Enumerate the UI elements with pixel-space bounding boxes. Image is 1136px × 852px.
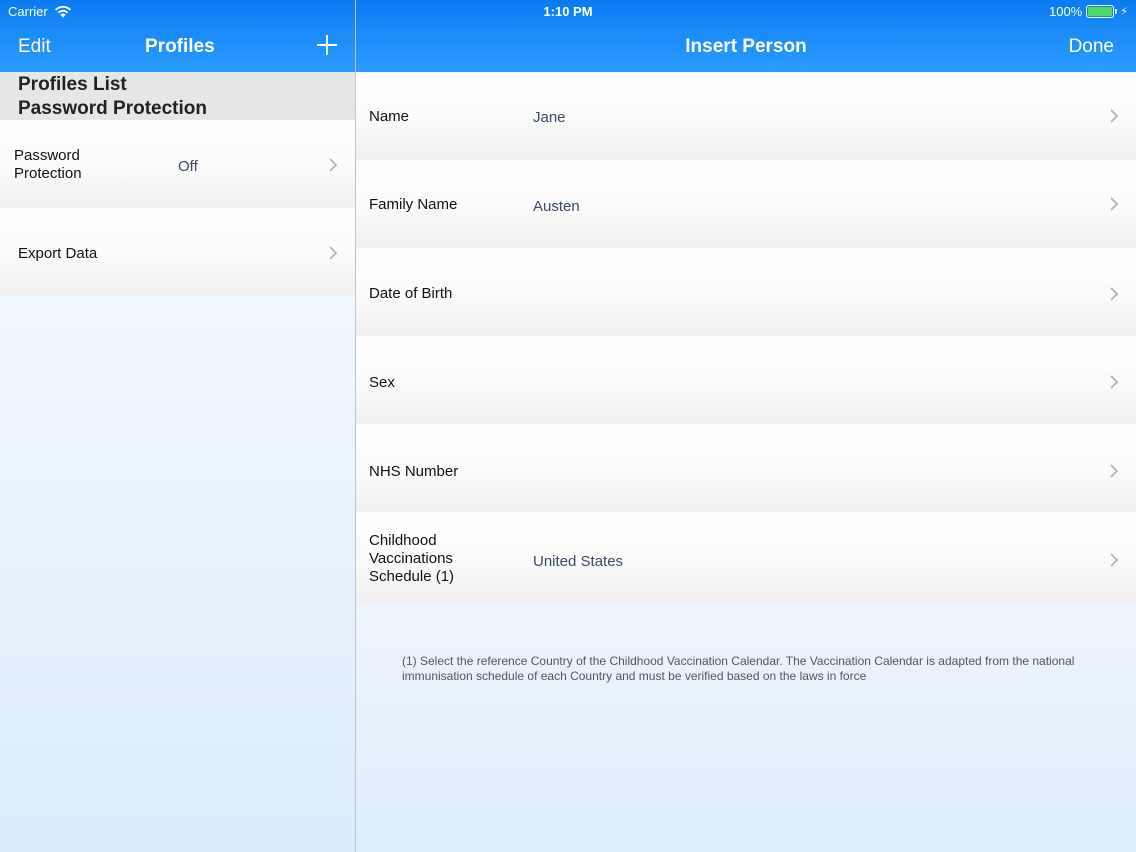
name-row[interactable]: Name Jane [356,72,1136,160]
chevron-right-icon [1110,109,1119,123]
charging-icon: ⚡ [1120,6,1128,18]
chevron-right-icon [1110,287,1119,301]
date-of-birth-row[interactable]: Date of Birth [356,248,1136,336]
chevron-right-icon [329,246,338,260]
status-time: 1:10 PM [543,4,593,19]
battery-percent: 100% [1049,4,1083,19]
export-data-label: Export Data [18,245,98,262]
password-protection-value: Off [178,158,198,175]
insert-person-form: Name Jane Family Name Austen Date of Bir… [356,72,1136,852]
password-protection-row[interactable]: Password Protection Off [0,120,355,208]
section-header: Profiles List Password Protection [0,72,355,120]
chevron-right-icon [1110,553,1119,567]
chevron-right-icon [1110,197,1119,211]
edit-button[interactable]: Edit [18,36,51,58]
header-profiles-list: Profiles List [18,74,127,95]
top-bar: Carrier 1:10 PM 100% ⚡ Edit Profiles Ins… [0,0,1136,72]
chevron-right-icon [1110,464,1119,478]
vaccination-footnote: (1) Select the reference Country of the … [402,654,1075,683]
header-password-protection: Password Protection [18,98,207,119]
vaccination-schedule-row[interactable]: Childhood Vaccinations Schedule (1) Unit… [356,512,1136,604]
vaccination-schedule-label: Childhood Vaccinations Schedule (1) [369,532,455,585]
date-of-birth-label: Date of Birth [369,285,453,302]
wifi-icon [54,5,71,18]
family-name-value: Austen [533,198,580,215]
battery-icon [1086,5,1118,18]
password-protection-label: Password Protection [14,147,82,182]
chevron-right-icon [329,158,338,172]
profiles-title: Profiles [145,36,215,57]
name-value: Jane [533,109,566,126]
done-button[interactable]: Done [1069,36,1114,58]
sex-label: Sex [369,374,395,391]
export-data-row[interactable]: Export Data [0,208,355,296]
sex-row[interactable]: Sex [356,336,1136,424]
nhs-number-row[interactable]: NHS Number [356,424,1136,512]
profiles-sidebar: Profiles List Password Protection Passwo… [0,72,355,852]
carrier-label: Carrier [8,4,48,19]
nhs-number-label: NHS Number [369,463,459,480]
chevron-right-icon [1110,375,1119,389]
family-name-label: Family Name [369,196,458,213]
name-label: Name [369,108,410,125]
vaccination-schedule-value: United States [533,553,624,570]
status-carrier: Carrier [8,4,72,19]
insert-person-title: Insert Person [685,36,807,57]
plus-icon[interactable] [315,33,339,57]
family-name-row[interactable]: Family Name Austen [356,160,1136,248]
status-battery: 100% ⚡ [1049,4,1128,19]
